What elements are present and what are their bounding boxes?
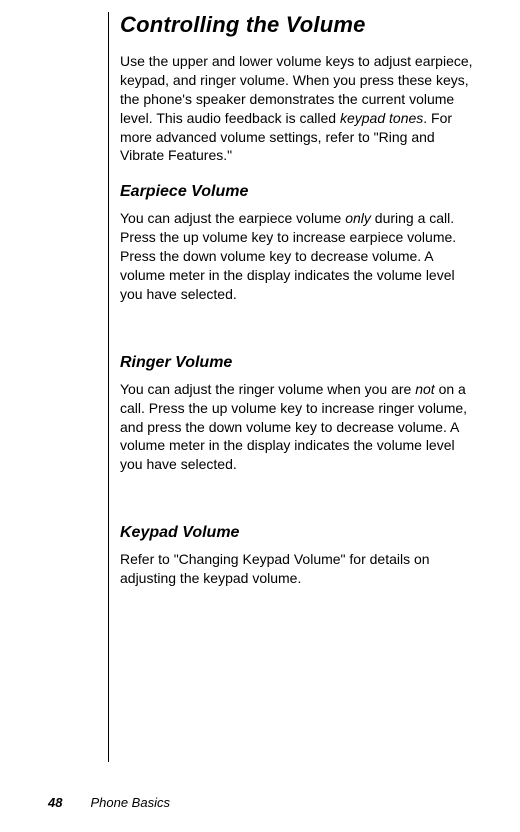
- keypad-heading: Keypad Volume: [120, 524, 480, 542]
- content-area: Controlling the Volume Use the upper and…: [120, 12, 480, 606]
- intro-paragraph: Use the upper and lower volume keys to a…: [120, 52, 480, 165]
- footer-section: Phone Basics: [90, 795, 170, 810]
- main-heading: Controlling the Volume: [120, 12, 480, 38]
- ringer-heading: Ringer Volume: [120, 354, 480, 372]
- ringer-before: You can adjust the ringer volume when yo…: [120, 381, 415, 397]
- page-number: 48: [48, 795, 62, 810]
- earpiece-heading: Earpiece Volume: [120, 183, 480, 201]
- earpiece-italic: only: [345, 210, 371, 226]
- ringer-italic: not: [415, 381, 434, 397]
- ringer-paragraph: You can adjust the ringer volume when yo…: [120, 380, 480, 474]
- keypad-paragraph: Refer to "Changing Keypad Volume" for de…: [120, 550, 480, 588]
- vertical-divider: [108, 12, 109, 762]
- page-container: Controlling the Volume Use the upper and…: [0, 0, 520, 832]
- earpiece-before: You can adjust the earpiece volume: [120, 210, 345, 226]
- intro-italic: keypad tones: [340, 110, 423, 126]
- page-footer: 48 Phone Basics: [48, 795, 170, 810]
- earpiece-paragraph: You can adjust the earpiece volume only …: [120, 209, 480, 303]
